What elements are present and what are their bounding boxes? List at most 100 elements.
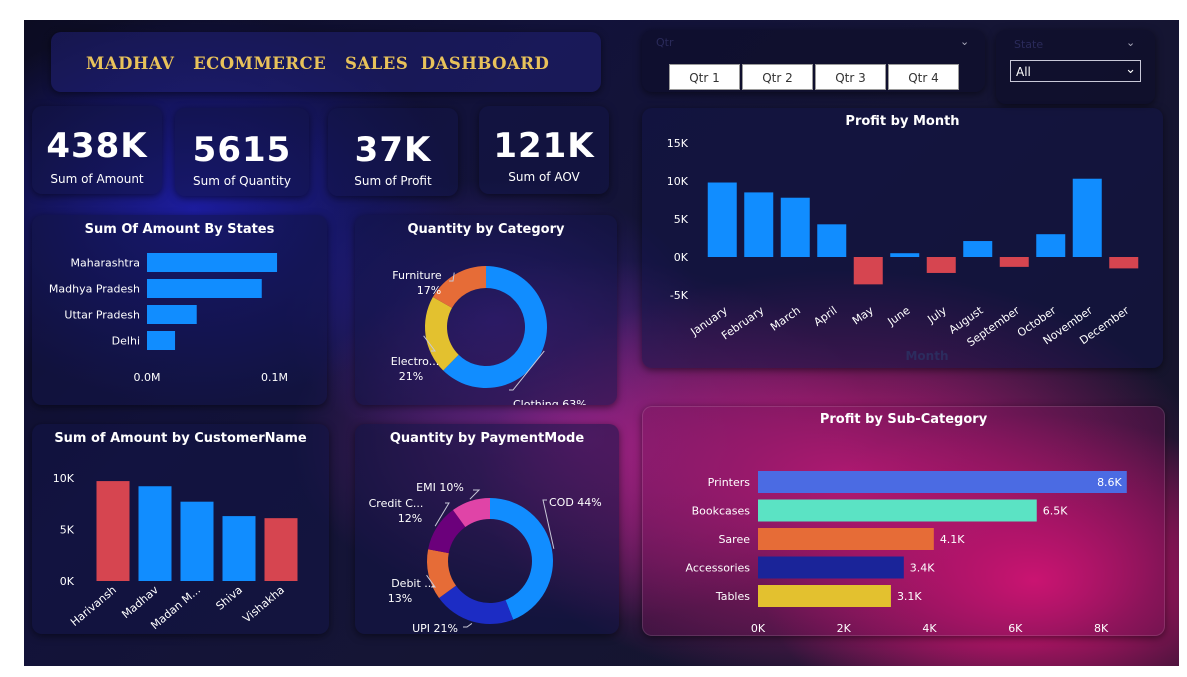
- states-chart-card: Sum Of Amount By States Maharashtra Madhy…: [32, 215, 327, 405]
- y-tick-label: -5K: [670, 289, 689, 302]
- leader-line: [463, 623, 473, 628]
- dashboard-title: MADHAV ECOMMERCE SALES DASHBOARD: [86, 54, 550, 73]
- x-tick-label: 0.0M: [134, 371, 161, 384]
- bar: [138, 486, 172, 581]
- x-tick-label: 6K: [1008, 622, 1023, 635]
- bar: [817, 224, 847, 257]
- slice-percent: 21%: [399, 370, 423, 383]
- kpi-card-quantity: 5615 Sum of Quantity: [175, 108, 309, 196]
- bar: [264, 518, 298, 581]
- dashboard-canvas: MADHAV ECOMMERCE SALES DASHBOARD Qtr ⌄ Q…: [24, 20, 1179, 666]
- month-bar-chart: -5K0K5K10K15KJanuaryFebruary March April Ma…: [667, 137, 1139, 363]
- quarter-button-1[interactable]: Qtr 1: [669, 64, 740, 90]
- kpi-card-profit: 37K Sum of Profit: [328, 108, 458, 196]
- category-label: Shiva: [213, 583, 245, 612]
- category-chart-card: Quantity by Category Clothing 63% Electro…: [355, 215, 617, 405]
- bar: [1036, 234, 1066, 257]
- category-label: March: [768, 304, 803, 334]
- customers-bar-chart: 0K5K10KHarivansh MadhavMadan M... ShivaVis…: [53, 472, 298, 632]
- bar: [147, 331, 176, 350]
- leader-line: [469, 489, 481, 500]
- y-tick-label: 5K: [60, 524, 75, 537]
- data-label: 6.5K: [1043, 505, 1068, 518]
- bar: [853, 257, 883, 285]
- title-card: MADHAV ECOMMERCE SALES DASHBOARD: [51, 32, 601, 92]
- bar: [222, 516, 256, 581]
- donut-slice: [490, 498, 553, 620]
- bar: [963, 241, 993, 257]
- bar: [147, 305, 197, 324]
- chevron-down-icon[interactable]: ⌄: [960, 35, 969, 48]
- subcategory-bar-chart: Printers 8.6K Bookcases 6.5K Saree 4.1K Access…: [686, 471, 1127, 635]
- slice-label: Furniture: [392, 269, 442, 282]
- quarter-button-3[interactable]: Qtr 3: [815, 64, 886, 90]
- kpi-card-amount: 438K Sum of Amount: [32, 106, 162, 194]
- quarter-slicer: Qtr ⌄ Qtr 1 Qtr 2 Qtr 3 Qtr 4: [642, 30, 985, 92]
- states-bar-chart: Maharashtra Madhya Pradesh Uttar Pradesh De…: [49, 253, 288, 384]
- bar: [999, 257, 1029, 267]
- category-label: Maharashtra: [71, 257, 141, 270]
- slice-percent: 17%: [417, 284, 441, 297]
- bar: [180, 501, 214, 581]
- kpi-label: Sum of AOV: [508, 170, 580, 184]
- bar: [926, 257, 956, 273]
- x-tick-label: 8K: [1094, 622, 1109, 635]
- customers-chart-card: Sum of Amount by CustomerName 0K 5K 10K Har…: [32, 424, 329, 634]
- bar: [758, 556, 904, 579]
- state-slicer: State ⌄ All ⌄: [996, 30, 1155, 104]
- y-tick-label: 15K: [667, 137, 689, 150]
- quarter-slicer-label: Qtr: [656, 36, 674, 49]
- y-tick-label: 10K: [53, 472, 75, 485]
- kpi-label: Sum of Quantity: [193, 174, 291, 188]
- slice-label: Credit C...: [369, 497, 424, 510]
- x-tick-label: 2K: [837, 622, 852, 635]
- bar: [147, 279, 262, 298]
- data-label: 4.1K: [940, 533, 965, 546]
- category-label: Printers: [708, 476, 751, 489]
- bar: [758, 499, 1037, 522]
- chevron-down-icon[interactable]: ⌄: [1126, 36, 1135, 49]
- donut-slice: [439, 585, 514, 624]
- kpi-value: 5615: [192, 130, 292, 170]
- x-tick-label: 0.1M: [261, 371, 288, 384]
- data-label: 8.6K: [1097, 476, 1122, 489]
- kpi-card-aov: 121K Sum of AOV: [479, 106, 609, 194]
- y-tick-label: 0K: [674, 251, 689, 264]
- state-slicer-label: State: [1014, 38, 1044, 51]
- state-dropdown-value: All: [1016, 65, 1031, 79]
- kpi-value: 37K: [354, 130, 432, 170]
- category-label: Bookcases: [692, 505, 751, 518]
- slice-label: COD 44%: [549, 496, 602, 509]
- quarter-button-4[interactable]: Qtr 4: [888, 64, 959, 90]
- kpi-value: 121K: [493, 126, 595, 166]
- category-label: Saree: [718, 533, 750, 546]
- category-label: Accessories: [686, 562, 751, 575]
- bar: [1072, 178, 1102, 257]
- category-label: June: [885, 304, 913, 329]
- category-label: Tables: [715, 590, 750, 603]
- kpi-label: Sum of Amount: [50, 172, 144, 186]
- bar: [890, 253, 920, 257]
- chevron-down-icon: ⌄: [1125, 62, 1136, 77]
- category-label: May: [850, 304, 876, 328]
- subcategory-chart-card: Profit by Sub-Category Printers 8.6K Bookc…: [642, 406, 1165, 636]
- y-tick-label: 5K: [674, 213, 689, 226]
- data-label: 3.1K: [897, 590, 922, 603]
- x-tick-label: 4K: [922, 622, 937, 635]
- bar: [1109, 257, 1139, 269]
- category-label: Madhya Pradesh: [49, 283, 140, 296]
- quarter-button-2[interactable]: Qtr 2: [742, 64, 813, 90]
- slice-percent: 12%: [398, 512, 422, 525]
- payment-chart-card: Quantity by PaymentMode COD 44% UPI 21% De…: [355, 424, 619, 634]
- data-label: 3.4K: [910, 562, 935, 575]
- y-tick-label: 0K: [60, 575, 75, 588]
- slice-label: Electro...: [391, 355, 439, 368]
- bar: [147, 253, 278, 272]
- x-tick-label: 0K: [751, 622, 766, 635]
- category-donut-chart: Clothing 63% Electro... 21% Furniture 17%: [391, 266, 587, 405]
- category-label: Delhi: [112, 335, 140, 348]
- state-dropdown[interactable]: All ⌄: [1010, 60, 1141, 82]
- month-chart-card: Profit by Month -5K 0K 5K 10K 15K January Febr…: [642, 108, 1163, 368]
- bar: [758, 528, 934, 550]
- kpi-value: 438K: [46, 126, 148, 166]
